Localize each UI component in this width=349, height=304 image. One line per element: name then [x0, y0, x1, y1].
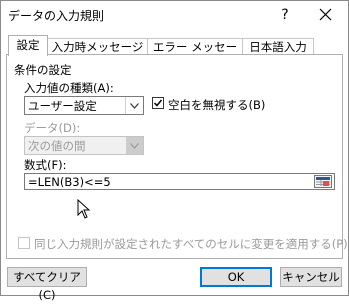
range-select-icon[interactable] [314, 175, 332, 188]
conditions-group-label: 条件の設定 [14, 63, 72, 77]
dialog-title: データの入力規則 [8, 9, 105, 23]
tab-settings[interactable]: 設定 [8, 35, 48, 56]
close-button[interactable] [313, 4, 337, 26]
allow-select[interactable]: ユーザー設定 [24, 96, 144, 115]
data-select-value: 次の値の間 [28, 139, 86, 153]
data-label: データ(D): [24, 121, 81, 135]
data-select: 次の値の間 [24, 136, 144, 155]
apply-all-checkbox [18, 237, 30, 249]
formula-value: =LEN(B3)<=5 [28, 175, 111, 189]
allow-select-value: ユーザー設定 [28, 99, 97, 113]
formula-input[interactable]: =LEN(B3)<=5 [24, 173, 335, 190]
allow-label: 入力値の種類(A): [24, 81, 114, 95]
close-icon [319, 8, 331, 21]
tab-strip: 設定 入力時メッセージ エラー メッセージ 日本語入力 [1, 35, 348, 70]
title-bar[interactable]: データの入力規則 ? [1, 1, 348, 29]
ignore-blank-label[interactable]: 空白を無視する(B) [168, 97, 265, 113]
ok-button[interactable]: OK [200, 267, 272, 287]
tab-input-message[interactable]: 入力時メッセージ [47, 38, 148, 55]
tab-error-message[interactable]: エラー メッセージ [147, 38, 243, 70]
clear-all-button[interactable]: すべてクリア(C) [7, 267, 87, 302]
formula-label: 数式(F): [24, 158, 67, 172]
help-button[interactable]: ? [273, 4, 297, 26]
cancel-button[interactable]: キャンセル [280, 267, 342, 287]
tab-japanese-input[interactable]: 日本語入力 [242, 38, 314, 55]
mouse-cursor-icon [77, 199, 91, 219]
apply-all-label: 同じ入力規則が設定されたすべてのセルに変更を適用する(P) [34, 237, 348, 251]
checkmark-icon [153, 99, 163, 107]
chevron-down-icon[interactable] [125, 97, 143, 114]
chevron-down-icon [126, 137, 143, 154]
ignore-blank-checkbox[interactable] [152, 97, 164, 109]
data-validation-dialog: データの入力規則 ? 設定 入力時メッセージ エラー メッセージ 日本語入力 条… [0, 0, 349, 302]
